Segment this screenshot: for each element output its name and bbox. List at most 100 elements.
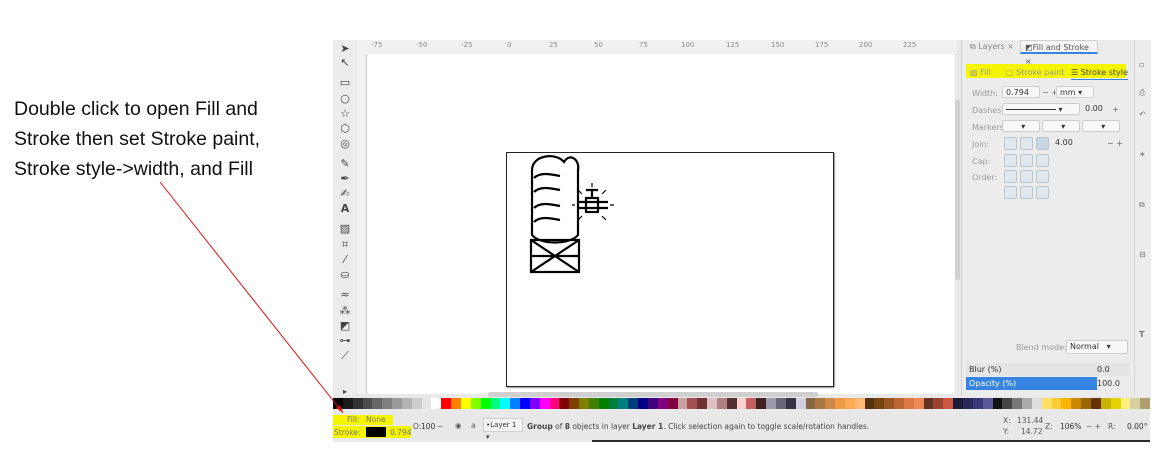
palette-swatch[interactable] xyxy=(933,398,944,409)
palette-swatch[interactable] xyxy=(470,398,481,409)
text-icon[interactable]: T xyxy=(1139,330,1144,339)
eraser-tool-icon[interactable]: ◩ xyxy=(337,319,353,333)
palette-swatch[interactable] xyxy=(588,398,599,409)
palette-swatch[interactable] xyxy=(697,398,708,409)
zoom-input[interactable]: 106% xyxy=(1060,422,1081,431)
palette-swatch[interactable] xyxy=(982,398,993,409)
star-icon[interactable]: ✶ xyxy=(1139,150,1146,159)
subtab-stroke-paint[interactable]: ▢ Stroke paint xyxy=(1006,67,1065,79)
horizontal-scrollbar[interactable] xyxy=(488,392,818,397)
color-palette[interactable] xyxy=(333,398,1151,409)
palette-swatch[interactable] xyxy=(894,398,904,409)
subtab-fill[interactable]: ▨ Fill xyxy=(970,67,991,79)
palette-swatch[interactable] xyxy=(943,398,954,409)
pen-tool-icon[interactable]: ✒ xyxy=(337,172,353,186)
palette-swatch[interactable] xyxy=(677,398,688,409)
paint-bucket-tool-icon[interactable]: ⛀ xyxy=(337,268,353,282)
order-button-2[interactable] xyxy=(1020,170,1033,183)
palette-swatch[interactable] xyxy=(726,398,737,409)
palette-swatch[interactable] xyxy=(431,398,442,409)
palette-swatch[interactable] xyxy=(687,398,698,409)
dashes-select[interactable]: ▾ xyxy=(1002,103,1080,115)
palette-swatch[interactable] xyxy=(1041,398,1052,409)
palette-swatch[interactable] xyxy=(903,398,914,409)
node-tool-icon[interactable]: ↖ xyxy=(337,56,353,70)
order-button-5[interactable] xyxy=(1020,186,1033,199)
palette-swatch[interactable] xyxy=(480,398,491,409)
more-tools-icon[interactable]: ▸ xyxy=(337,385,353,399)
palette-swatch[interactable] xyxy=(392,398,402,409)
selector-tool-icon[interactable]: ➤ xyxy=(337,42,353,56)
dropper-tool-icon[interactable]: ⁄ xyxy=(337,253,353,267)
palette-swatch[interactable] xyxy=(638,398,648,409)
vertical-scrollbar[interactable] xyxy=(955,100,960,280)
palette-swatch[interactable] xyxy=(884,398,895,409)
palette-swatch[interactable] xyxy=(667,398,678,409)
marker-mid-select[interactable]: ▾ xyxy=(1042,120,1080,132)
palette-swatch[interactable] xyxy=(785,398,796,409)
palette-swatch[interactable] xyxy=(490,398,501,409)
tab-layers[interactable]: ⧉ Layers × xyxy=(970,40,1014,54)
palette-swatch[interactable] xyxy=(992,398,1003,409)
order-button-6[interactable] xyxy=(1036,186,1049,199)
palette-swatch[interactable] xyxy=(401,398,412,409)
palette-swatch[interactable] xyxy=(342,398,353,409)
palette-swatch[interactable] xyxy=(460,398,471,409)
cap-square-button[interactable] xyxy=(1036,154,1049,167)
palette-swatch[interactable] xyxy=(775,398,786,409)
palette-swatch[interactable] xyxy=(1130,398,1141,409)
palette-swatch[interactable] xyxy=(648,398,658,409)
width-input[interactable]: 0.794 xyxy=(1002,86,1040,98)
fill-value[interactable]: None xyxy=(366,415,386,424)
tab-fill-and-stroke[interactable]: ◩Fill and Stroke × xyxy=(1020,40,1098,66)
gradient-tool-icon[interactable]: ▨ xyxy=(337,222,353,236)
rotation-input[interactable]: 0.00° xyxy=(1127,422,1147,431)
width-unit-select[interactable]: mm ▾ xyxy=(1056,86,1094,98)
print-icon[interactable]: ⎙ xyxy=(1139,88,1145,98)
connector-tool-icon[interactable]: ⊶ xyxy=(337,334,353,348)
blend-mode-select[interactable]: Normal ▾ xyxy=(1066,340,1128,354)
palette-swatch[interactable] xyxy=(559,398,570,409)
measure-tool-icon[interactable]: ⟋ xyxy=(337,349,353,363)
align-icon[interactable]: ⊟ xyxy=(1139,250,1146,259)
stroke-width-value[interactable]: 0.794 xyxy=(390,428,411,437)
miter-stepper[interactable]: − + xyxy=(1107,139,1123,148)
eye-icon[interactable]: ◉ xyxy=(455,421,462,430)
rectangle-tool-icon[interactable]: ▭ xyxy=(337,76,353,90)
palette-swatch[interactable] xyxy=(795,398,806,409)
palette-swatch[interactable] xyxy=(520,398,530,409)
palette-swatch[interactable] xyxy=(707,398,717,409)
spray-tool-icon[interactable]: ⁂ xyxy=(337,304,353,318)
palette-swatch[interactable] xyxy=(825,398,836,409)
palette-swatch[interactable] xyxy=(362,398,373,409)
zoom-stepper[interactable]: − + xyxy=(1086,422,1101,431)
palette-swatch[interactable] xyxy=(815,398,826,409)
palette-swatch[interactable] xyxy=(382,398,393,409)
subtab-stroke-style[interactable]: ☰ Stroke style xyxy=(1071,67,1128,80)
palette-swatch[interactable] xyxy=(549,398,560,409)
text-tool-icon[interactable]: A xyxy=(337,202,353,216)
pencil-tool-icon[interactable]: ✎ xyxy=(337,157,353,171)
palette-swatch[interactable] xyxy=(1022,398,1032,409)
marker-end-select[interactable]: ▾ xyxy=(1082,120,1120,132)
palette-swatch[interactable] xyxy=(569,398,580,409)
palette-swatch[interactable] xyxy=(1002,398,1013,409)
opacity-slider[interactable]: Opacity (%) 100.0 xyxy=(966,377,1130,390)
palette-swatch[interactable] xyxy=(352,398,363,409)
palette-swatch[interactable] xyxy=(963,398,973,409)
palette-swatch[interactable] xyxy=(972,398,983,409)
palette-swatch[interactable] xyxy=(579,398,589,409)
order-button-3[interactable] xyxy=(1036,170,1049,183)
palette-swatch[interactable] xyxy=(716,398,727,409)
calligraphy-tool-icon[interactable]: ✍ xyxy=(337,187,353,201)
copy-icon[interactable]: ⧉ xyxy=(1139,200,1145,210)
join-miter-button[interactable] xyxy=(1004,137,1017,150)
palette-swatch[interactable] xyxy=(598,398,609,409)
ellipse-tool-icon[interactable]: ○ xyxy=(337,92,353,106)
cap-butt-button[interactable] xyxy=(1004,154,1017,167)
palette-swatch[interactable] xyxy=(1120,398,1131,409)
palette-swatch[interactable] xyxy=(510,398,521,409)
order-button-1[interactable] xyxy=(1004,170,1017,183)
palette-swatch[interactable] xyxy=(874,398,885,409)
palette-swatch[interactable] xyxy=(736,398,747,409)
